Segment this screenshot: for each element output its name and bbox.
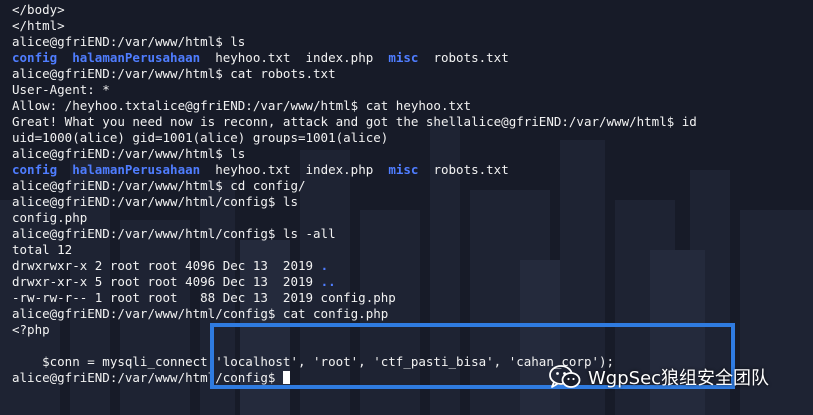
wechat-icon <box>549 365 581 388</box>
terminal-line: alice@gfriEND:/var/www/html/config$ cat … <box>12 306 813 322</box>
terminal-text: drwxrwxr-x 2 root root 4096 Dec 13 2019 <box>12 258 321 273</box>
terminal-text: heyhoo.txt index.php <box>200 50 389 65</box>
directory-name: config <box>12 162 58 177</box>
terminal-text: -rw-rw-r-- 1 root root 88 Dec 13 2019 co… <box>12 290 396 305</box>
terminal-line: config.php <box>12 210 813 226</box>
terminal-text: uid=1000(alice) gid=1001(alice) groups=1… <box>12 130 389 145</box>
terminal-text: alice@gfriEND:/var/www/html$ ls <box>12 146 246 161</box>
terminal-text: Great! What you need now is reconn, atta… <box>12 114 697 129</box>
terminal-text: heyhoo.txt index.php <box>200 162 389 177</box>
terminal-line: alice@gfriEND:/var/www/html/config$ ls -… <box>12 226 813 242</box>
terminal-output[interactable]: </body> </html> alice@gfriEND:/var/www/htm… <box>0 0 813 415</box>
terminal-line: -rw-rw-r-- 1 root root 88 Dec 13 2019 co… <box>12 290 813 306</box>
terminal-line: Great! What you need now is reconn, atta… <box>12 114 813 130</box>
terminal-cursor <box>282 371 290 384</box>
terminal-text: alice@gfriEND:/var/www/html/config$ cat … <box>12 306 389 321</box>
terminal-text: </body> <box>12 2 65 17</box>
terminal-line: Allow: /heyhoo.txtalice@gfriEND:/var/www… <box>12 98 813 114</box>
directory-name: .. <box>320 274 336 289</box>
terminal-line: </body> <box>12 2 813 18</box>
directory-name: halamanPerusahaan <box>72 50 201 65</box>
terminal-text: robots.txt <box>418 162 509 177</box>
terminal-line: alice@gfriEND:/var/www/html/config$ ls <box>12 194 813 210</box>
terminal-line: total 12 <box>12 242 813 258</box>
terminal-text: alice@gfriEND:/var/www/html/config$ <box>12 370 283 385</box>
terminal-line: alice@gfriEND:/var/www/html$ ls <box>12 34 813 50</box>
terminal-text: User-Agent: * <box>12 82 110 97</box>
terminal-line: User-Agent: * <box>12 82 813 98</box>
terminal-line: config halamanPerusahaan heyhoo.txt inde… <box>12 50 813 66</box>
terminal-text: alice@gfriEND:/var/www/html/config$ ls -… <box>12 226 336 241</box>
terminal-line: </html> <box>12 18 813 34</box>
directory-name: . <box>320 258 329 273</box>
directory-name: halamanPerusahaan <box>72 162 201 177</box>
terminal-text: alice@gfriEND:/var/www/html$ cd config/ <box>12 178 306 193</box>
terminal-line: alice@gfriEND:/var/www/html$ ls <box>12 146 813 162</box>
terminal-line: drwxr-xr-x 5 root root 4096 Dec 13 2019 … <box>12 274 813 290</box>
terminal-line: <?php <box>12 322 813 338</box>
terminal-text: <?php <box>12 322 50 337</box>
directory-name: misc <box>388 50 419 65</box>
terminal-text: total 12 <box>12 242 73 257</box>
watermark: WgpSec狼组安全团队 <box>548 362 769 392</box>
directory-name: misc <box>388 162 419 177</box>
watermark-text: WgpSec狼组安全团队 <box>588 368 770 389</box>
terminal-text: $conn = mysqli_connect('localhost', 'roo… <box>12 354 615 369</box>
terminal-line: uid=1000(alice) gid=1001(alice) groups=1… <box>12 130 813 146</box>
terminal-text: alice@gfriEND:/var/www/html$ ls <box>12 34 246 49</box>
terminal-text: Allow: /heyhoo.txtalice@gfriEND:/var/www… <box>12 98 472 113</box>
terminal-text: config.php <box>12 210 88 225</box>
terminal-text: alice@gfriEND:/var/www/html$ cat robots.… <box>12 66 336 81</box>
terminal-line: config halamanPerusahaan heyhoo.txt inde… <box>12 162 813 178</box>
directory-name: config <box>12 50 58 65</box>
terminal-line: drwxrwxr-x 2 root root 4096 Dec 13 2019 … <box>12 258 813 274</box>
terminal-line: alice@gfriEND:/var/www/html$ cd config/ <box>12 178 813 194</box>
terminal-text: alice@gfriEND:/var/www/html/config$ ls <box>12 194 298 209</box>
terminal-text: drwxr-xr-x 5 root root 4096 Dec 13 2019 <box>12 274 321 289</box>
terminal-line: alice@gfriEND:/var/www/html$ cat robots.… <box>12 66 813 82</box>
terminal-text: robots.txt <box>418 50 509 65</box>
terminal-text: </html> <box>12 18 65 33</box>
